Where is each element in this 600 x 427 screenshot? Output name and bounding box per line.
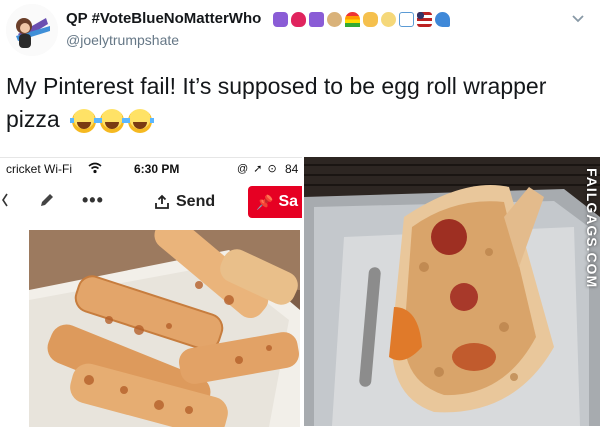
avatar[interactable] <box>6 4 58 56</box>
share-icon <box>155 194 169 209</box>
watermark: FAILGAGS.COM <box>584 168 600 289</box>
status-icons: @ ➚ ⊙ <box>237 163 278 175</box>
wave-emoji <box>435 11 450 27</box>
tweet-header: QP #VoteBlueNoMatterWho @joelytrumpshate <box>0 0 600 60</box>
om-emoji <box>309 11 324 27</box>
laughing-emojis <box>70 109 155 133</box>
save-button[interactable]: 📌 Sa <box>248 186 302 218</box>
laughing-tears-emoji <box>70 109 99 133</box>
music-notes-emoji <box>399 11 414 27</box>
pinterest-screenshot[interactable]: cricket Wi-Fi 6:30 PM @ ➚ ⊙ 84 ••• Send … <box>0 157 302 427</box>
display-name-emojis <box>273 9 450 29</box>
send-label: Send <box>176 193 216 210</box>
tweet-text: My Pinterest fail! It’s supposed to be e… <box>6 70 586 136</box>
laughing-tears-emoji <box>98 109 127 133</box>
sun-emoji <box>381 11 396 27</box>
red-heart-emoji <box>291 11 306 27</box>
handle[interactable]: @joelytrumpshate <box>66 32 179 48</box>
wifi-icon <box>88 162 102 177</box>
pin-icon: 📌 <box>256 193 274 210</box>
more-icon[interactable]: ••• <box>82 190 104 211</box>
us-flag-emoji <box>417 11 432 27</box>
phone-status-bar: cricket Wi-Fi 6:30 PM @ ➚ ⊙ 84 <box>0 158 302 180</box>
pin-photo-egg-roll-pizza[interactable] <box>29 230 300 427</box>
rainbow-emoji <box>345 11 360 27</box>
carrier-label: cricket Wi-Fi <box>6 162 72 176</box>
fail-result-photo[interactable] <box>304 157 600 426</box>
laughing-tears-emoji <box>126 109 155 133</box>
dog-emoji <box>327 11 342 27</box>
edit-icon[interactable] <box>38 191 56 209</box>
chevron-down-icon[interactable] <box>570 10 586 26</box>
save-label: Sa <box>278 193 299 210</box>
display-name[interactable]: QP #VoteBlueNoMatterWho <box>66 10 261 27</box>
flexed-arm-emoji <box>363 11 378 27</box>
clock: 6:30 PM <box>134 162 180 176</box>
battery-percentage: 84 <box>285 162 299 176</box>
send-button[interactable]: Send <box>150 187 220 217</box>
peace-emoji <box>273 11 288 27</box>
pin-toolbar: ••• Send 📌 Sa <box>0 182 302 222</box>
back-icon[interactable] <box>2 192 8 208</box>
